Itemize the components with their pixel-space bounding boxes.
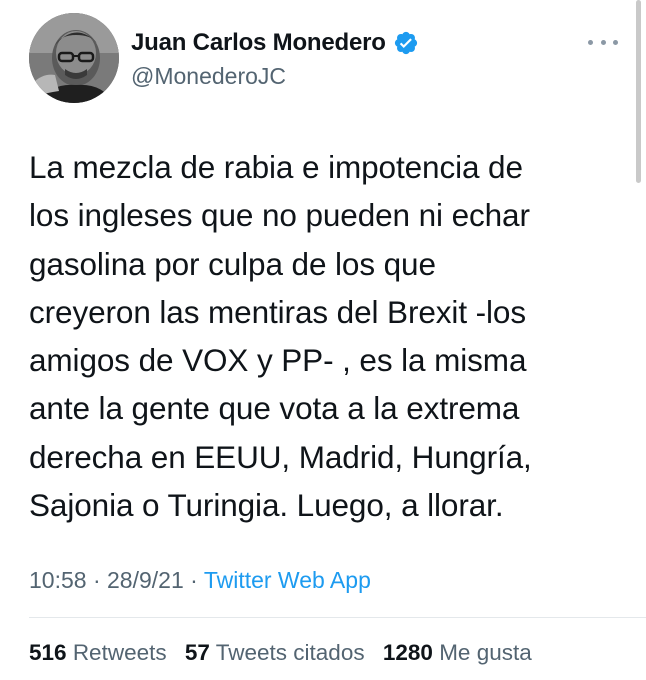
author-block: Juan Carlos Monedero @MonederoJC xyxy=(131,26,419,90)
tweet-stats: 516 Retweets 57 Tweets citados 1280 Me g… xyxy=(29,640,544,666)
retweets-stat[interactable]: 516 Retweets xyxy=(29,640,167,665)
quotes-label: Tweets citados xyxy=(215,640,365,665)
likes-count: 1280 xyxy=(382,640,433,665)
meta-separator: · xyxy=(190,567,198,593)
tweet-date[interactable]: 28/9/21 xyxy=(107,567,184,593)
more-dot xyxy=(600,39,606,45)
retweets-label: Retweets xyxy=(72,640,167,665)
tweet-time[interactable]: 10:58 xyxy=(29,567,87,593)
retweets-count: 516 xyxy=(29,640,67,665)
divider xyxy=(29,617,646,618)
quotes-stat[interactable]: 57 Tweets citados xyxy=(185,640,365,665)
tweet-source-link[interactable]: Twitter Web App xyxy=(204,567,371,593)
meta-separator: · xyxy=(92,567,101,593)
verified-badge-icon xyxy=(394,31,417,55)
more-dot xyxy=(613,39,618,45)
tweet-meta: 10:58 · 28/9/21 · Twitter Web App xyxy=(29,567,371,594)
tweet-text: La mezcla de rabia e impotencia de los i… xyxy=(29,149,532,524)
author-display-name[interactable]: Juan Carlos Monedero xyxy=(131,29,386,57)
profile-photo xyxy=(29,13,119,103)
quotes-count: 57 xyxy=(184,640,210,665)
likes-label: Me gusta xyxy=(439,640,532,665)
more-dot xyxy=(588,39,593,45)
author-name-row: Juan Carlos Monedero xyxy=(131,26,419,60)
avatar[interactable] xyxy=(29,13,119,103)
likes-stat[interactable]: 1280 Me gusta xyxy=(383,640,532,665)
author-handle[interactable]: @MonederoJC xyxy=(131,63,419,90)
scrollbar[interactable] xyxy=(636,0,641,183)
tweet-card: Juan Carlos Monedero @MonederoJC La mezc… xyxy=(0,0,646,680)
more-horizontal-icon[interactable] xyxy=(588,36,618,48)
